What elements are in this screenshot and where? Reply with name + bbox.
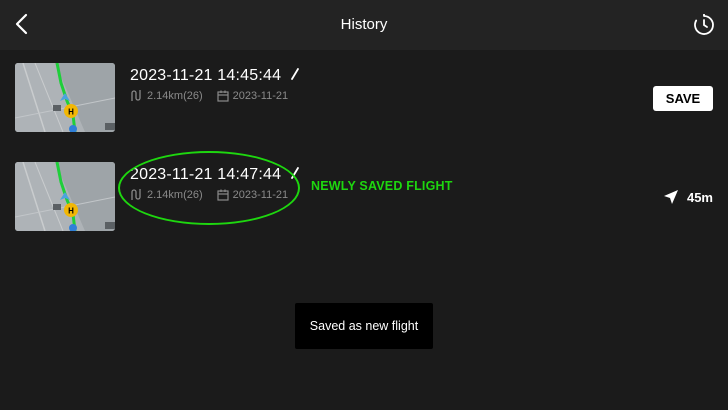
navigation-arrow-icon xyxy=(663,189,679,205)
distance-value: 45m xyxy=(686,189,713,205)
flight-distance: 2.14km(26) xyxy=(147,89,203,102)
route-icon xyxy=(130,89,143,102)
svg-text:H: H xyxy=(68,108,74,117)
edit-pencil-icon[interactable] xyxy=(290,67,300,85)
calendar-icon xyxy=(217,90,229,102)
flight-row[interactable]: H 2023-11-21 14:47:44 2.14km(26) 2023-11… xyxy=(0,162,728,234)
svg-text:H: H xyxy=(68,207,74,216)
flight-meta: 2.14km(26) 2023-11-21 xyxy=(130,89,288,102)
flight-name: 2023-11-21 14:45:44 xyxy=(130,67,300,85)
toast-message: Saved as new flight xyxy=(295,303,433,349)
flight-map-thumbnail[interactable]: H xyxy=(15,63,115,132)
top-bar: History xyxy=(0,0,728,50)
history-button[interactable] xyxy=(690,11,718,39)
highlight-ellipse xyxy=(118,151,300,225)
flight-map-thumbnail[interactable]: H xyxy=(15,162,115,231)
distance-indicator: 45m xyxy=(663,189,713,205)
save-button[interactable]: SAVE xyxy=(653,86,713,111)
page-title: History xyxy=(340,16,388,33)
flight-row[interactable]: H 2023-11-21 14:45:44 2.14km(26) 2023-11… xyxy=(0,63,728,135)
annotation-label: NEWLY SAVED FLIGHT xyxy=(311,179,453,193)
flight-date: 2023-11-21 xyxy=(232,89,289,102)
clock-history-icon xyxy=(694,14,714,35)
